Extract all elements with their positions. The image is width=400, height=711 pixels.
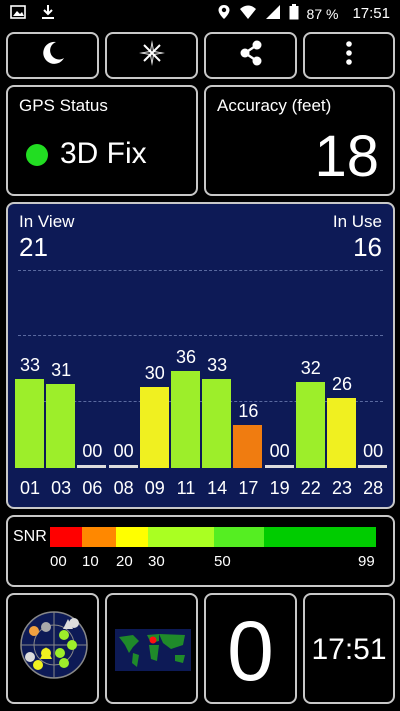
sky-plot-icon (16, 607, 92, 688)
snr-color-segment (116, 527, 148, 547)
snr-bar (171, 370, 200, 468)
accuracy-value: 18 (314, 124, 379, 189)
bar-value-label: 00 (269, 441, 290, 461)
wifi-icon (239, 4, 257, 23)
snr-color-segment (148, 527, 214, 547)
status-time: 17:51 (352, 5, 390, 22)
clock-time: 17:51 (311, 633, 387, 666)
satellite-id-label: 23 (331, 478, 353, 498)
gridline (18, 335, 383, 336)
in-use-label: In Use (332, 212, 382, 231)
gps-status-panel: GPS Status 3D Fix (6, 85, 198, 196)
night-mode-button[interactable] (6, 32, 99, 79)
in-use-count: 16 (353, 232, 382, 262)
satellite-id-label: 11 (176, 478, 196, 498)
in-view-count: 21 (19, 232, 48, 262)
fix-indicator (26, 144, 48, 166)
world-map-icon (115, 629, 191, 676)
snr-label: SNR (13, 528, 47, 545)
bar-value-label: 26 (331, 373, 353, 394)
bar-value-label: 16 (238, 400, 259, 421)
share-button[interactable] (204, 32, 297, 79)
bar-value-label: 00 (363, 441, 384, 461)
snr-bar (77, 465, 107, 468)
image-icon (10, 4, 26, 25)
satellite-chart-panel: In View 21 In Use 16 33 01 31 03 00 06 00 08 30 0… (6, 202, 395, 509)
satellite-id-label: 08 (113, 478, 134, 498)
snr-bar (233, 424, 263, 468)
more-options-button[interactable] (303, 32, 395, 79)
snr-tick-label: 10 (82, 553, 99, 570)
snr-legend-panel: SNR 00 10 20 30 50 99 (6, 515, 395, 587)
accuracy-label: Accuracy (feet) (217, 96, 332, 115)
snr-tick-label: 30 (148, 553, 165, 570)
snr-bar (264, 465, 294, 468)
bar-value-label: 32 (300, 357, 321, 378)
satellite-id-label: 06 (82, 478, 103, 498)
location-icon (217, 4, 231, 23)
snr-bar (327, 397, 356, 468)
in-view-label: In View (19, 212, 75, 231)
snr-bar (295, 381, 325, 468)
bar-value-label: 31 (51, 360, 72, 381)
satellite-id-label: 19 (269, 478, 290, 498)
snr-color-segment (82, 527, 116, 547)
satellite-id-label: 17 (238, 478, 259, 498)
satellite-id-label: 28 (363, 478, 384, 498)
snr-bar (139, 387, 169, 468)
night-mode-icon (39, 39, 67, 72)
satellite-id-label: 01 (19, 478, 41, 498)
satellite-id-label: 14 (207, 478, 228, 498)
compass-button[interactable] (105, 32, 198, 79)
snr-bar (108, 465, 138, 468)
snr-tick-label: 50 (214, 553, 231, 570)
battery-percent: 87 % (306, 5, 339, 22)
status-bar: 87 % 17:51 (0, 0, 400, 26)
bar-value-label: 00 (113, 441, 134, 461)
world-map-button[interactable] (105, 593, 198, 704)
more-vert-icon (344, 39, 354, 72)
bar-value-label: 33 (19, 354, 41, 375)
gridline (18, 270, 383, 271)
snr-color-segment (50, 527, 82, 547)
gps-status-value: 3D Fix (60, 137, 147, 170)
bar-value-label: 36 (175, 346, 197, 367)
download-icon (40, 4, 56, 25)
snr-color-segment (264, 527, 376, 547)
snr-bar (15, 378, 44, 468)
bar-value-label: 00 (82, 441, 103, 461)
satellite-id-label: 03 (51, 478, 72, 498)
signal-icon (265, 4, 281, 23)
satellite-id-label: 22 (300, 478, 321, 498)
bar-value-label: 30 (144, 363, 165, 383)
satellite-id-label: 09 (144, 478, 165, 498)
clock-panel: 17:51 (303, 593, 395, 704)
satellite-count: 0 (227, 604, 274, 698)
snr-tick-label: 99 (358, 553, 375, 570)
bar-value-label: 33 (207, 354, 228, 375)
battery-icon (289, 4, 299, 23)
accuracy-panel: Accuracy (feet) 18 (204, 85, 395, 196)
snr-color-segment (214, 527, 264, 547)
gps-status-label: GPS Status (19, 96, 108, 115)
compass-icon (138, 39, 166, 72)
snr-tick-label: 00 (50, 553, 67, 570)
sky-plot-button[interactable] (6, 593, 99, 704)
satellite-count-panel: 0 (204, 593, 297, 704)
snr-bar (46, 384, 76, 468)
snr-tick-label: 20 (116, 553, 133, 570)
snr-bar (358, 465, 388, 468)
snr-bar (202, 378, 232, 468)
share-icon (237, 39, 265, 72)
